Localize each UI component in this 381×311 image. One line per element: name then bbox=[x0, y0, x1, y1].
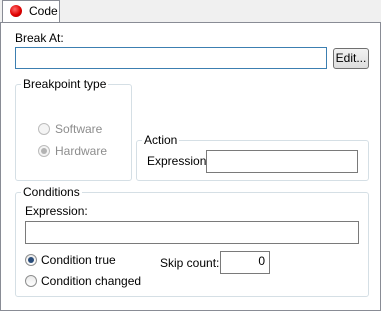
breakpoint-type-title: Breakpoint type bbox=[21, 77, 109, 91]
edit-button[interactable]: Edit... bbox=[333, 48, 369, 69]
condition-changed-label: Condition changed bbox=[41, 274, 142, 288]
skip-count-label: Skip count: bbox=[160, 256, 220, 270]
hardware-radio[interactable] bbox=[38, 145, 50, 157]
conditions-expression-label: Expression: bbox=[25, 204, 88, 218]
condition-true-radio-dot bbox=[28, 257, 34, 263]
break-at-label: Break At: bbox=[15, 31, 64, 45]
tab-code-label: Code bbox=[29, 4, 58, 18]
break-at-input[interactable] bbox=[15, 47, 327, 69]
condition-true-label: Condition true bbox=[41, 253, 116, 267]
hardware-label: Hardware bbox=[55, 144, 108, 158]
skip-count-input[interactable]: 0 bbox=[220, 251, 270, 274]
conditions-title: Conditions bbox=[21, 185, 82, 199]
breakpoint-dot-icon bbox=[10, 5, 22, 17]
action-expression-label: Expression: bbox=[147, 154, 210, 168]
action-title: Action bbox=[142, 133, 180, 147]
condition-changed-radio[interactable] bbox=[25, 275, 37, 287]
skip-count-value: 0 bbox=[258, 254, 265, 268]
conditions-expression-input[interactable] bbox=[25, 221, 359, 244]
software-radio[interactable] bbox=[38, 123, 50, 135]
software-label: Software bbox=[55, 122, 103, 136]
hardware-radio-dot bbox=[41, 148, 47, 154]
action-expression-input[interactable] bbox=[206, 150, 358, 173]
tab-code[interactable]: Code bbox=[2, 0, 60, 22]
condition-true-radio[interactable] bbox=[25, 254, 37, 266]
